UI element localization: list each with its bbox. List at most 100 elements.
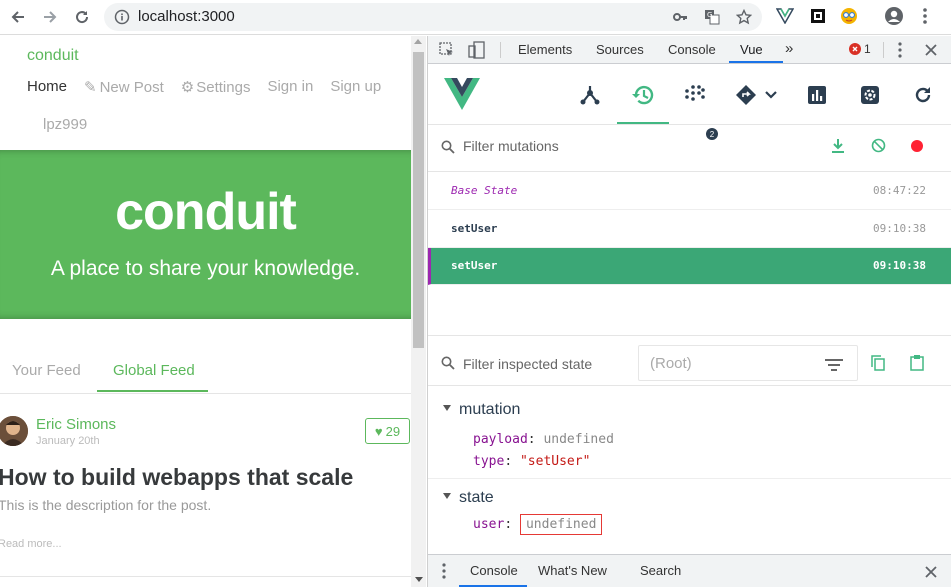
search-icon [441,356,455,375]
page-scrollbar[interactable] [411,36,426,587]
filter-state-input[interactable]: Filter inspected state [463,356,592,372]
copy-icon[interactable] [871,355,885,376]
expand-triangle-icon [443,404,451,411]
article-author[interactable]: Eric Simons [36,416,116,433]
tab-sources[interactable]: Sources [596,42,644,57]
active-tab-indicator [729,61,783,63]
device-toggle-icon[interactable] [468,41,486,64]
drawer-tab-console[interactable]: Console [470,563,518,578]
router-icon[interactable] [733,82,781,108]
active-tab-indicator [97,390,208,392]
svg-text:G: G [707,11,712,19]
favorite-button[interactable]: ♥ 29 [365,418,410,444]
tab-vue[interactable]: Vue [740,42,763,57]
error-counter[interactable]: 1 [849,42,871,56]
performance-icon[interactable] [804,82,830,108]
back-arrow-icon[interactable] [7,6,29,28]
settings-icon[interactable] [857,82,883,108]
close-icon[interactable] [925,43,937,61]
drawer-menu-icon[interactable] [442,563,446,584]
tab-your-feed[interactable]: Your Feed [12,362,81,379]
conduit-page: conduit Home ✎ New Post ⚙ Settings Sign in… [0,36,411,587]
history-icon[interactable] [630,82,656,108]
components-icon[interactable] [577,82,603,108]
tab-console[interactable]: Console [668,42,716,57]
nav-settings-label: Settings [196,79,251,96]
tab-global-feed[interactable]: Global Feed [113,362,195,379]
divider [428,335,951,336]
events-icon[interactable] [682,82,708,108]
state-filter-bar: Filter inspected state (Root) [428,340,951,386]
vue-ext-icon[interactable] [775,6,795,26]
brand-logo[interactable]: conduit [27,47,79,65]
avatar[interactable] [0,416,28,446]
forward-arrow-icon[interactable] [39,6,61,28]
paste-icon[interactable] [910,354,924,376]
state-key: payload [473,432,528,447]
scrollbar-thumb[interactable] [413,52,424,348]
nav-username[interactable]: lpz999 [43,116,87,133]
record-icon[interactable] [910,139,924,158]
vue-devtools-toolbar: 2 [428,65,951,140]
banner-tagline: A place to share your knowledge. [50,257,361,280]
star-icon[interactable] [735,8,753,25]
article-title[interactable]: How to build webapps that scale [0,464,353,491]
tab-elements[interactable]: Elements [518,42,572,57]
list-item[interactable]: setUser 09:10:38 [428,248,951,285]
inspect-element-icon[interactable] [439,42,455,63]
nav-sign-in[interactable]: Sign in [267,78,313,96]
state-key: user [473,517,505,532]
active-tab-indicator [617,122,669,124]
nav-sign-up[interactable]: Sign up [330,78,381,96]
close-icon[interactable] [925,565,937,583]
mutation-time: 08:47:22 [873,184,926,197]
state-key: type [473,454,505,469]
list-item[interactable]: Base State 08:47:22 [428,173,951,210]
translate-icon[interactable]: G [704,9,720,25]
refresh-icon[interactable] [910,82,936,108]
divider [0,576,411,577]
error-count: 1 [864,42,871,56]
state-value[interactable]: undefined [519,514,603,535]
root-selector-value: (Root) [650,355,692,372]
devtools-drawer: Console What's New Search [428,554,951,587]
filter-list-icon[interactable] [825,358,843,376]
filter-mutations-input[interactable]: Filter mutations [463,138,559,154]
mutations-filter-bar: Filter mutations [428,126,951,172]
info-icon[interactable] [114,9,130,25]
colon: : [504,454,520,469]
nav-new-post[interactable]: ✎ New Post [84,78,164,96]
profile-icon[interactable] [884,6,904,26]
scroll-up-icon[interactable] [414,39,422,44]
state-section-header[interactable]: state [443,489,494,507]
root-selector[interactable]: (Root) [638,345,858,381]
state-value[interactable]: undefined [543,432,613,447]
state-entry: payload: undefined [473,432,614,447]
address-bar[interactable]: localhost:3000 G [104,3,762,31]
article-date: January 20th [36,435,100,447]
read-more-link[interactable]: Read more... [0,538,62,550]
list-item[interactable]: setUser 09:10:38 [428,211,951,248]
mutation-section-header[interactable]: mutation [443,401,520,419]
top-nav: Home ✎ New Post ⚙ Settings Sign in Sign up [27,78,398,96]
download-icon[interactable] [831,138,845,159]
more-vert-icon[interactable] [915,6,935,26]
section-title: mutation [459,401,521,418]
heart-icon: ♥ [374,423,383,439]
scroll-down-icon[interactable] [415,577,423,582]
reload-icon[interactable] [71,6,93,28]
nav-home[interactable]: Home [27,78,67,96]
qr-ext-icon[interactable] [808,6,828,26]
more-tabs-icon[interactable]: » [785,40,793,57]
key-icon[interactable] [672,9,688,25]
drawer-tab-whats-new[interactable]: What's New [538,563,607,578]
drawer-tab-search[interactable]: Search [640,563,681,578]
expand-triangle-icon [443,492,451,499]
devtools-menu-icon[interactable] [898,42,902,63]
nav-settings[interactable]: ⚙ Settings [181,78,251,96]
face-ext-icon[interactable] [839,6,859,26]
state-value[interactable]: "setUser" [520,454,590,469]
block-icon[interactable] [871,138,886,158]
url-text[interactable]: localhost:3000 [138,8,235,25]
mutation-time: 09:10:38 [873,259,926,272]
